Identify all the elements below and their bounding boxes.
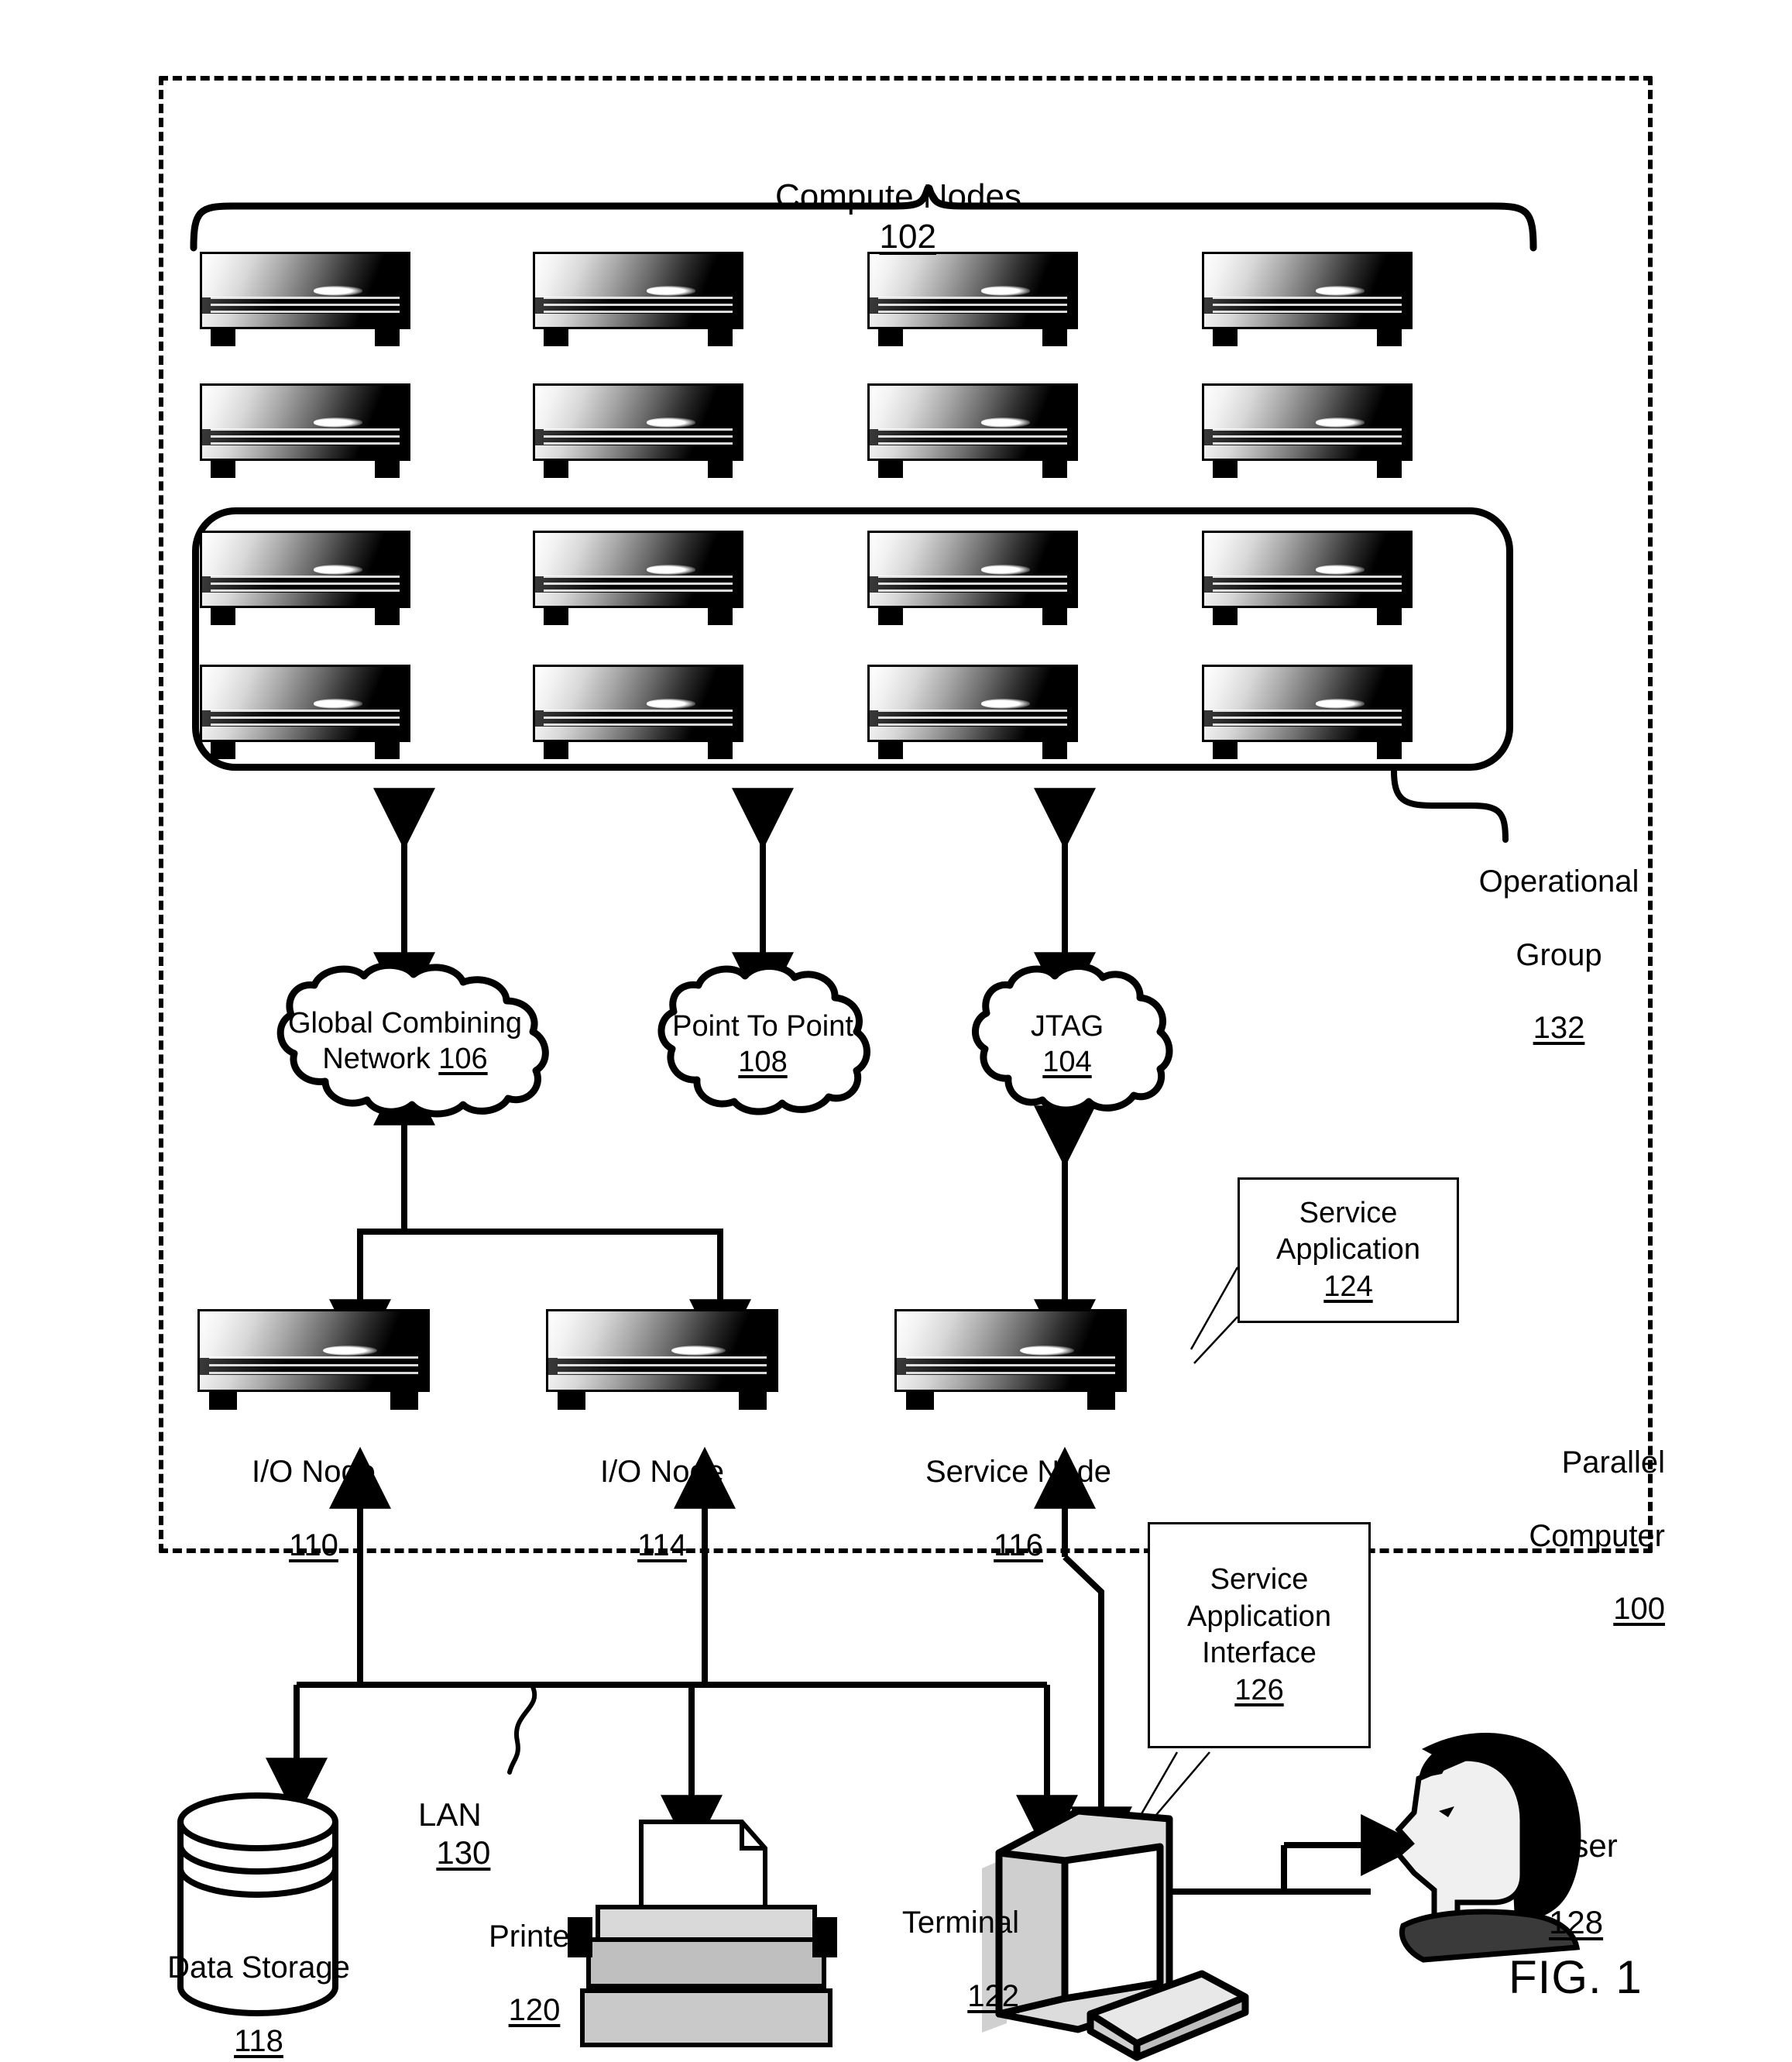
printer-label: Printer 120 bbox=[457, 1882, 612, 2029]
compute-node-highlight bbox=[313, 286, 363, 296]
terminal-label: Terminal 122 bbox=[849, 1868, 1019, 2015]
compute-nodes-ref: 102 bbox=[879, 217, 936, 256]
compute-node-chassis bbox=[867, 252, 1078, 330]
service-application-interface-leaders bbox=[1135, 1751, 1210, 1837]
user-ref: 128 bbox=[1549, 1903, 1604, 1940]
gcn-label-line2: Network bbox=[322, 1043, 431, 1076]
compute-node[interactable] bbox=[200, 252, 410, 346]
compute-node[interactable] bbox=[200, 383, 410, 478]
printer-text: Printer bbox=[489, 1919, 580, 1954]
terminal-text: Terminal bbox=[901, 1906, 1019, 1940]
compute-node[interactable] bbox=[533, 665, 743, 759]
compute-node-chassis bbox=[533, 252, 743, 330]
io-node-114-icon[interactable] bbox=[546, 1309, 778, 1410]
io-node-114-label: I/O Node 114 bbox=[561, 1418, 763, 1564]
service-application-interface-text: Service Application Interface bbox=[1187, 1563, 1331, 1669]
p2p-label-line1: Point To Point bbox=[672, 1010, 853, 1043]
compute-nodes-label: Compute Nodes bbox=[775, 177, 1021, 215]
compute-node[interactable] bbox=[200, 665, 410, 759]
io-node-114-ref: 114 bbox=[637, 1528, 687, 1562]
compute-node[interactable] bbox=[1202, 252, 1413, 346]
operational-group-line2: Group bbox=[1516, 937, 1602, 972]
gcn-ref: 106 bbox=[438, 1043, 488, 1076]
compute-node[interactable] bbox=[867, 252, 1078, 346]
compute-node-chassis bbox=[1202, 252, 1413, 330]
compute-node[interactable] bbox=[533, 531, 743, 625]
io-node-110-label: I/O Node 110 bbox=[213, 1418, 414, 1564]
operational-group-ref: 132 bbox=[1533, 1010, 1585, 1045]
parallel-computer-ref: 100 bbox=[1613, 1591, 1665, 1626]
jtag-network-cloud[interactable]: JTAG 104 bbox=[943, 961, 1191, 1119]
service-application-interface-callout[interactable]: Service Application Interface 126 bbox=[1148, 1522, 1371, 1748]
compute-node[interactable] bbox=[1202, 531, 1413, 625]
user-label: User 128 bbox=[1549, 1788, 1704, 1941]
io-node-110-icon[interactable] bbox=[197, 1309, 430, 1410]
service-node-116-text: Service Node bbox=[925, 1455, 1112, 1490]
user-text: User bbox=[1549, 1827, 1618, 1864]
figure-caption: FIG. 1 bbox=[1509, 1951, 1643, 2003]
compute-node[interactable] bbox=[533, 252, 743, 346]
compute-node-chassis bbox=[200, 252, 410, 330]
service-node-116-icon[interactable] bbox=[894, 1309, 1127, 1410]
compute-node[interactable] bbox=[867, 531, 1078, 625]
data-storage-ref: 118 bbox=[234, 2023, 283, 2058]
data-storage-label: Data Storage 118 bbox=[153, 1913, 364, 2060]
point-to-point-network-cloud[interactable]: Point To Point 108 bbox=[627, 961, 898, 1119]
gcn-label-line1: Global Combining bbox=[287, 1007, 523, 1040]
io-node-110-text: I/O Node bbox=[251, 1455, 376, 1490]
service-application-ref: 124 bbox=[1323, 1270, 1373, 1303]
service-application-text: Service Application bbox=[1276, 1196, 1420, 1266]
parallel-computer-label: Parallel Computer 100 bbox=[1471, 1408, 1665, 1627]
compute-node[interactable] bbox=[867, 383, 1078, 478]
service-application-interface-ref: 126 bbox=[1234, 1673, 1284, 1706]
compute-node[interactable] bbox=[1202, 383, 1413, 478]
compute-node[interactable] bbox=[533, 383, 743, 478]
global-combining-network-cloud[interactable]: Global Combining Network 106 bbox=[223, 961, 587, 1119]
terminal-icon bbox=[982, 1807, 1249, 2061]
io-node-114-text: I/O Node bbox=[599, 1455, 725, 1490]
operational-group-line1: Operational bbox=[1478, 864, 1639, 899]
service-node-116-ref: 116 bbox=[994, 1528, 1043, 1562]
io-node-110-ref: 110 bbox=[289, 1528, 338, 1562]
parallel-computer-line2: Computer bbox=[1529, 1518, 1665, 1553]
lan-ref: 130 bbox=[436, 1834, 491, 1871]
printer-ref: 120 bbox=[508, 1992, 561, 2027]
parallel-computer-line1: Parallel bbox=[1561, 1445, 1665, 1480]
data-storage-text: Data Storage bbox=[167, 1950, 350, 1985]
lan-label: LAN 130 bbox=[418, 1757, 627, 1872]
p2p-ref: 108 bbox=[738, 1046, 788, 1079]
compute-nodes-title: Compute Nodes 102 bbox=[620, 136, 1177, 257]
jtag-label-line1: JTAG bbox=[1030, 1010, 1104, 1043]
service-application-callout[interactable]: Service Application 124 bbox=[1238, 1177, 1459, 1323]
compute-node[interactable] bbox=[1202, 665, 1413, 759]
patent-figure: Global Combining Network 106 Point To Po… bbox=[0, 0, 1792, 2062]
jtag-ref: 104 bbox=[1042, 1046, 1092, 1079]
operational-group-label: Operational Group 132 bbox=[1454, 827, 1663, 1046]
terminal-ref: 122 bbox=[967, 1978, 1019, 2013]
compute-node[interactable] bbox=[200, 531, 410, 625]
service-node-116-label: Service Node 116 bbox=[906, 1418, 1131, 1564]
compute-node[interactable] bbox=[867, 665, 1078, 759]
terminal-user-arrows bbox=[1109, 1814, 1423, 1923]
lan-text: LAN bbox=[418, 1796, 482, 1833]
